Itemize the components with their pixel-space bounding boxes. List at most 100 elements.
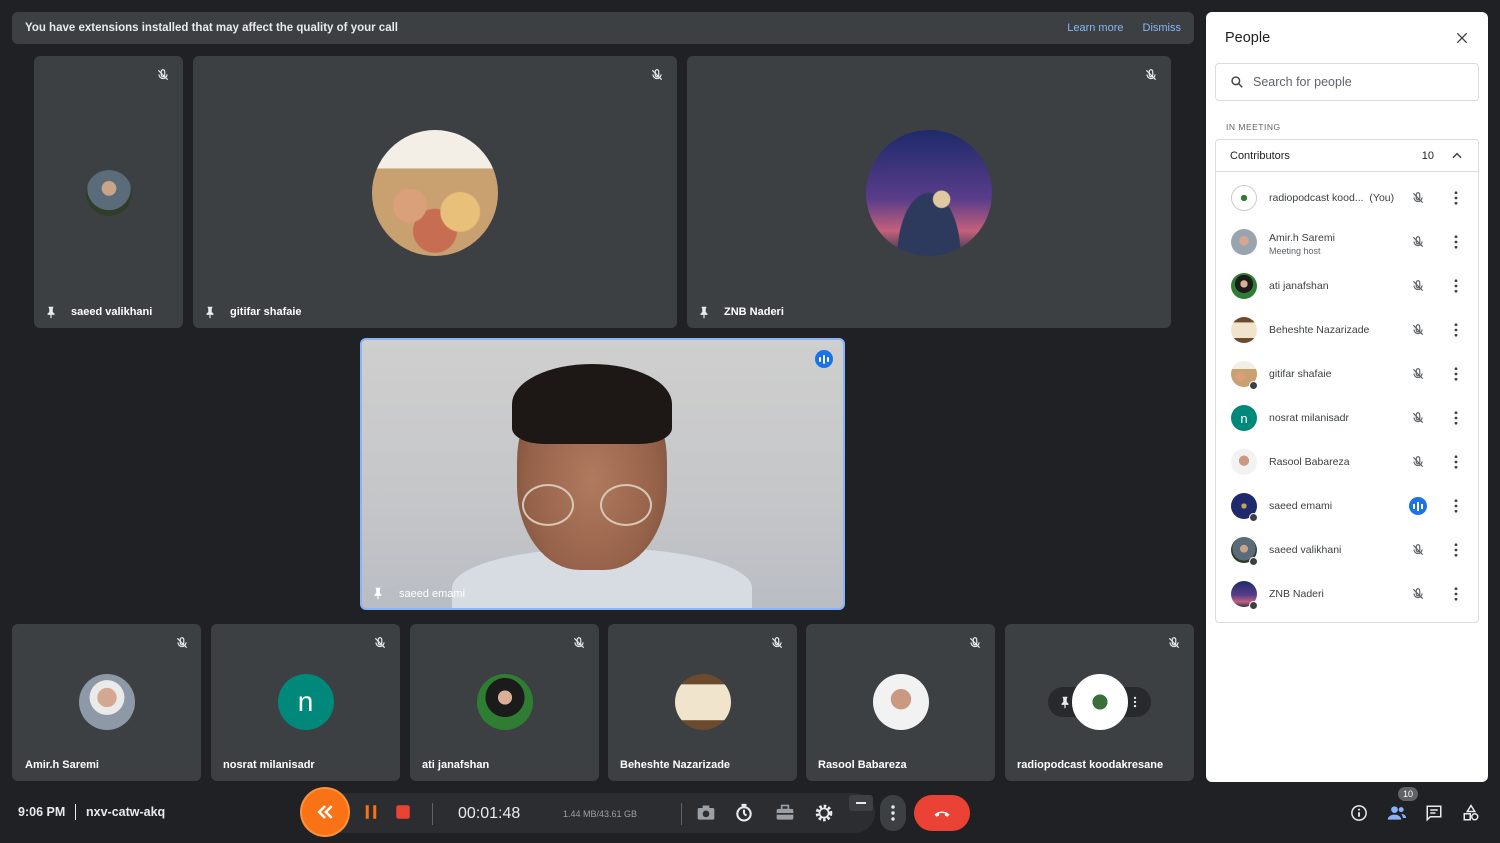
participant-name: Rasool Babareza — [818, 759, 907, 771]
participant-row[interactable]: gitifar shafaie — [1216, 354, 1478, 394]
participant-row[interactable]: Rasool Babareza — [1216, 442, 1478, 482]
more-options-icon[interactable] — [1454, 455, 1458, 469]
clock: 9:06 PM — [18, 805, 66, 819]
pin-icon[interactable] — [203, 305, 217, 319]
avatar — [372, 130, 498, 256]
participant-tile[interactable]: ati janafshan — [410, 624, 599, 781]
avatar — [1231, 449, 1257, 475]
mic-off-icon — [651, 69, 663, 81]
pin-icon[interactable] — [1058, 695, 1072, 709]
search-input[interactable] — [1253, 75, 1453, 89]
search-icon — [1231, 76, 1243, 88]
pin-badge-icon — [1249, 381, 1258, 390]
avatar — [85, 170, 132, 216]
participant-name: saeed valikhani — [71, 306, 153, 318]
participant-tile[interactable]: Amir.h Saremi — [12, 624, 201, 781]
more-options-icon[interactable] — [1454, 411, 1458, 425]
pin-icon[interactable] — [371, 586, 385, 600]
more-options-icon[interactable] — [1454, 235, 1458, 249]
participant-row[interactable]: ZNB Naderi — [1216, 574, 1478, 614]
avatar-initial: n — [297, 686, 314, 717]
camera-icon[interactable] — [696, 803, 716, 823]
storage-usage: 1.44 MB/43.61 GB — [563, 809, 638, 819]
people-icon[interactable] — [1387, 803, 1407, 823]
more-options-icon[interactable] — [1454, 367, 1458, 381]
double-chevron-left-icon — [317, 805, 333, 819]
participant-tile[interactable]: Rasool Babareza — [806, 624, 995, 781]
more-options-icon[interactable] — [1454, 543, 1458, 557]
participant-tile[interactable]: gitifar shafaie — [193, 56, 677, 328]
pin-badge-icon — [1249, 601, 1258, 610]
more-options-icon[interactable] — [1454, 499, 1458, 513]
dismiss-button[interactable]: Dismiss — [1143, 22, 1182, 34]
stop-icon[interactable] — [394, 803, 412, 821]
panel-title: People — [1225, 30, 1271, 46]
participant-name: Beheshte Nazarizade — [1269, 324, 1370, 336]
participant-name: ZNB Naderi — [1269, 588, 1324, 600]
toolbox-icon[interactable] — [775, 803, 795, 823]
participant-row[interactable]: saeed emami — [1216, 486, 1478, 526]
more-options-button[interactable] — [880, 795, 906, 831]
participant-name: ZNB Naderi — [724, 306, 784, 318]
pause-icon[interactable] — [362, 803, 380, 821]
participant-row[interactable]: n nosrat milanisadr — [1216, 398, 1478, 438]
hang-up-icon — [934, 811, 950, 817]
search-box[interactable] — [1215, 63, 1479, 101]
mic-off-icon — [1412, 544, 1424, 556]
active-speaker-tile[interactable]: saeed emami — [360, 338, 845, 610]
mic-off-icon — [1412, 192, 1424, 204]
chevron-up-icon[interactable] — [1450, 149, 1464, 163]
info-icon[interactable] — [1350, 804, 1368, 822]
avatar — [866, 130, 992, 256]
participant-name: nosrat milanisadr — [223, 759, 315, 771]
extensions-warning-banner: You have extensions installed that may a… — [12, 12, 1194, 44]
participant-name: saeed emami — [1269, 500, 1333, 512]
participant-tile[interactable]: Beheshte Nazarizade — [608, 624, 797, 781]
participant-row[interactable]: saeed valikhani — [1216, 530, 1478, 570]
participant-tile[interactable]: ZNB Naderi — [687, 56, 1171, 328]
participant-tile[interactable]: n nosrat milanisadr — [211, 624, 400, 781]
participant-name: nosrat milanisadr — [1269, 412, 1349, 424]
mic-off-icon — [1412, 280, 1424, 292]
participant-tile[interactable]: saeed valikhani — [34, 56, 183, 328]
mic-off-icon — [1145, 69, 1157, 81]
gear-icon[interactable] — [814, 803, 834, 823]
contributors-group: Contributors 10 radiopodcast kood... (Yo… — [1215, 139, 1479, 623]
participant-row[interactable]: ati janafshan — [1216, 266, 1478, 306]
pin-badge-icon — [1249, 513, 1258, 522]
learn-more-link[interactable]: Learn more — [1067, 22, 1123, 34]
pin-icon[interactable] — [44, 305, 58, 319]
participant-row[interactable]: radiopodcast kood... (You) — [1216, 178, 1478, 218]
pin-badge-icon — [1249, 557, 1258, 566]
more-options-icon[interactable] — [1454, 587, 1458, 601]
minimize-button[interactable] — [849, 795, 873, 811]
timer-icon[interactable] — [734, 803, 754, 823]
bottom-bar: 9:06 PM nxv-catw-akq 00:01:48 1.44 MB/43… — [0, 785, 1500, 843]
recorder-collapse-button[interactable] — [302, 789, 348, 835]
avatar-initial: n — [1240, 410, 1248, 426]
avatar — [1231, 317, 1257, 343]
leave-call-button[interactable] — [914, 795, 970, 831]
speaking-indicator-icon — [815, 350, 833, 368]
more-options-icon — [891, 805, 895, 821]
mic-off-icon — [157, 69, 169, 81]
close-icon[interactable] — [1454, 30, 1470, 46]
participant-row[interactable]: Beheshte Nazarizade — [1216, 310, 1478, 350]
avatar — [1231, 185, 1257, 211]
mic-off-icon — [771, 637, 783, 649]
mic-off-icon — [1168, 637, 1180, 649]
mic-off-icon — [1412, 324, 1424, 336]
activities-icon[interactable] — [1462, 804, 1480, 822]
more-options-icon[interactable] — [1454, 191, 1458, 205]
chat-icon[interactable] — [1425, 804, 1443, 822]
avatar — [1231, 229, 1257, 255]
participant-row[interactable]: Amir.h Saremi Meeting host — [1216, 222, 1478, 262]
more-options-icon[interactable] — [1454, 323, 1458, 337]
participant-tile-self[interactable]: radiopodcast koodakresane — [1005, 624, 1194, 781]
more-options-icon[interactable] — [1454, 279, 1458, 293]
pin-icon[interactable] — [697, 305, 711, 319]
participant-name: gitifar shafaie — [230, 306, 302, 318]
avatar: n — [277, 674, 334, 730]
contributors-header[interactable]: Contributors 10 — [1216, 140, 1478, 172]
more-options-icon[interactable] — [1128, 695, 1142, 709]
